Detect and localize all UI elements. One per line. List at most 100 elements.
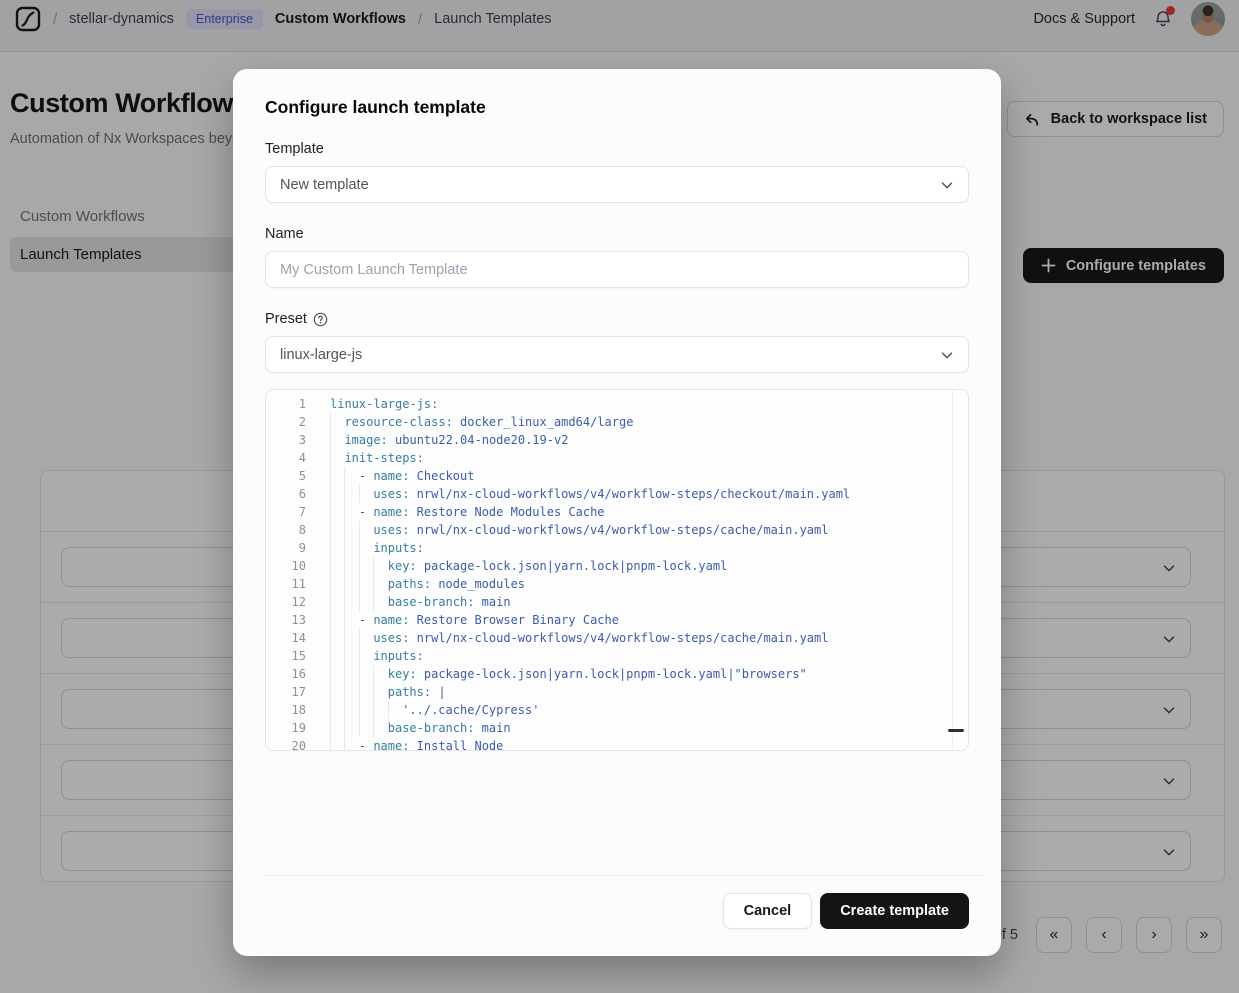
- template-select[interactable]: New template: [265, 166, 969, 203]
- code-line: 1linux-large-js:: [266, 395, 968, 413]
- code-line: 11paths: node_modules: [266, 575, 968, 593]
- indent-guide: [330, 557, 344, 575]
- help-circle-icon[interactable]: [313, 312, 328, 327]
- yaml-dash: -: [359, 467, 373, 485]
- chevron-down-icon: [938, 176, 956, 194]
- indent-guide: [344, 647, 358, 665]
- yaml-code-editor[interactable]: 1linux-large-js:2resource-class: docker_…: [265, 389, 969, 751]
- yaml-dash: -: [359, 503, 373, 521]
- indent-guide: [330, 431, 344, 449]
- indent-guide: [330, 647, 344, 665]
- indent-guide: [330, 413, 344, 431]
- code-line: 8 uses: nrwl/nx-cloud-workflows/v4/workfl…: [266, 521, 968, 539]
- indent-guide: [359, 665, 373, 683]
- template-field-label: Template: [265, 141, 969, 157]
- yaml-key: init-steps:: [344, 449, 423, 467]
- name-input[interactable]: My Custom Launch Template: [265, 251, 969, 288]
- indent-guide: [344, 521, 358, 539]
- yaml-key: resource-class:: [344, 413, 452, 431]
- yaml-key: image:: [344, 431, 387, 449]
- preset-select-value: linux-large-js: [280, 347, 362, 363]
- yaml-value: Restore Node Modules Cache: [409, 503, 604, 521]
- yaml-value: nrwl/nx-cloud-workflows/v4/workflow-step…: [409, 629, 828, 647]
- indent-guide: [344, 683, 358, 701]
- code-line: 9 inputs:: [266, 539, 968, 557]
- editor-scrollbar-track: [952, 390, 953, 750]
- yaml-key: key:: [388, 665, 417, 683]
- line-number: 4: [266, 449, 306, 467]
- yaml-key: inputs:: [373, 539, 424, 557]
- indent-guide: [373, 701, 387, 719]
- code-line: 7- name: Restore Node Modules Cache: [266, 503, 968, 521]
- line-number: 12: [266, 593, 306, 611]
- code-line: 6uses: nrwl/nx-cloud-workflows/v4/workfl…: [266, 485, 968, 503]
- indent-guide: [344, 557, 358, 575]
- yaml-value: Checkout: [409, 467, 474, 485]
- yaml-key: name:: [373, 737, 409, 751]
- yaml-dash: -: [359, 737, 373, 751]
- indent-guide: [373, 575, 387, 593]
- line-number: 9: [266, 539, 306, 557]
- indent-guide: [344, 629, 358, 647]
- line-number: 15: [266, 647, 306, 665]
- indent-guide: [330, 503, 344, 521]
- yaml-value: |: [431, 683, 445, 701]
- indent-guide: [330, 683, 344, 701]
- line-number: 1: [266, 395, 306, 413]
- yaml-key: uses:: [373, 629, 409, 647]
- indent-guide: [359, 557, 373, 575]
- code-line: 5- name: Checkout: [266, 467, 968, 485]
- line-number: 8: [266, 521, 306, 539]
- code-line: 3image: ubuntu22.04-node20.19-v2: [266, 431, 968, 449]
- indent-guide: [373, 719, 387, 737]
- indent-guide: [330, 467, 344, 485]
- line-number: 14: [266, 629, 306, 647]
- yaml-key: paths:: [388, 575, 431, 593]
- indent-guide: [359, 701, 373, 719]
- modal-footer-divider: [265, 875, 984, 876]
- line-number: 20: [266, 737, 306, 751]
- indent-guide: [330, 521, 344, 539]
- indent-guide: [344, 737, 358, 751]
- line-number: 7: [266, 503, 306, 521]
- indent-guide: [330, 593, 344, 611]
- cancel-button[interactable]: Cancel: [723, 893, 813, 929]
- yaml-key: paths:: [388, 683, 431, 701]
- code-line: 12base-branch: main: [266, 593, 968, 611]
- code-line: 16key: package-lock.json|yarn.lock|pnpm-…: [266, 665, 968, 683]
- indent-guide: [330, 629, 344, 647]
- yaml-value: nrwl/nx-cloud-workflows/v4/workflow-step…: [409, 521, 828, 539]
- code-line: 17 paths: |: [266, 683, 968, 701]
- editor-scrollbar-thumb[interactable]: [948, 729, 964, 732]
- configure-launch-template-modal: Configure launch template Template New t…: [233, 69, 1001, 956]
- yaml-value: docker_linux_amd64/large: [453, 413, 634, 431]
- preset-select[interactable]: linux-large-js: [265, 336, 969, 373]
- yaml-key: uses:: [373, 521, 409, 539]
- line-number: 3: [266, 431, 306, 449]
- code-lines: 1linux-large-js:2resource-class: docker_…: [266, 395, 968, 751]
- code-line: 19base-branch: main: [266, 719, 968, 737]
- indent-guide: [373, 557, 387, 575]
- create-template-button[interactable]: Create template: [820, 893, 969, 929]
- yaml-value: nrwl/nx-cloud-workflows/v4/workflow-step…: [409, 485, 850, 503]
- indent-guide: [344, 665, 358, 683]
- line-number: 18: [266, 701, 306, 719]
- indent-guide: [344, 485, 358, 503]
- modal-title: Configure launch template: [265, 97, 969, 118]
- indent-guide: [373, 665, 387, 683]
- indent-guide: [359, 647, 373, 665]
- indent-guide: [373, 683, 387, 701]
- yaml-key: base-branch:: [388, 719, 475, 737]
- indent-guide: [344, 539, 358, 557]
- indent-guide: [344, 575, 358, 593]
- line-number: 19: [266, 719, 306, 737]
- preset-field-label: Preset: [265, 311, 969, 327]
- yaml-key: base-branch:: [388, 593, 475, 611]
- line-number: 17: [266, 683, 306, 701]
- code-line: 10key: package-lock.json|yarn.lock|pnpm-…: [266, 557, 968, 575]
- indent-guide: [359, 719, 373, 737]
- yaml-key: name:: [373, 467, 409, 485]
- yaml-value: Restore Browser Binary Cache: [409, 611, 619, 629]
- indent-guide: [330, 575, 344, 593]
- code-line: 4 init-steps:: [266, 449, 968, 467]
